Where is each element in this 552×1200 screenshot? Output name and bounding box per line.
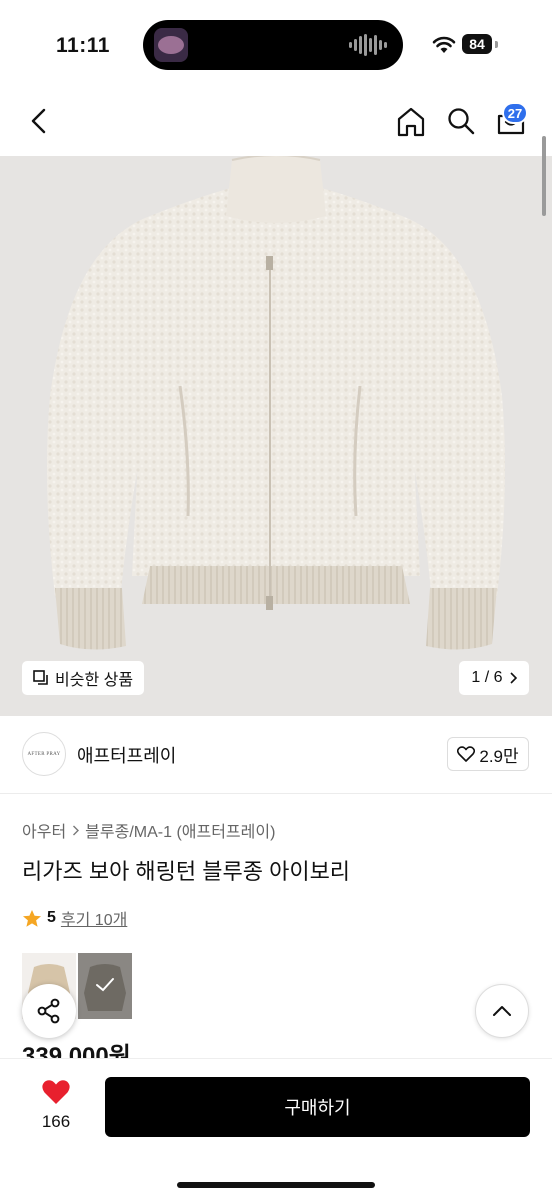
buy-button[interactable]: 구매하기 (105, 1077, 530, 1137)
like-count: 166 (41, 1112, 71, 1131)
back-icon[interactable] (24, 106, 54, 136)
similar-icon (33, 670, 48, 685)
top-nav: 27 (0, 90, 552, 156)
battery-tip (495, 41, 498, 48)
similar-label: 비슷한 상품 (55, 672, 134, 689)
rating-score: 5 (47, 909, 56, 926)
rating[interactable]: 5 후기 10개 (22, 906, 127, 930)
breadcrumb-item[interactable]: 아우터 (22, 818, 66, 842)
now-playing-artwork (154, 28, 188, 62)
cart-badge: 27 (502, 102, 528, 124)
share-button[interactable] (22, 984, 76, 1038)
battery-indicator: 84 (462, 34, 492, 54)
breadcrumb-item[interactable]: 블루종/MA-1 (애프터프레이) (85, 818, 275, 842)
heart-filled-icon (42, 1080, 70, 1104)
brand-like-button[interactable]: 2.9만 (447, 737, 529, 771)
swatch-option-selected[interactable] (78, 953, 132, 1019)
image-counter[interactable]: 1 / 6 (459, 661, 529, 695)
chevron-right-icon (509, 672, 517, 684)
product-title: 리가즈 보아 해링턴 블루종 아이보리 (22, 859, 351, 884)
home-indicator (177, 1182, 375, 1188)
audio-wave-icon (349, 34, 387, 56)
jacket-image (46, 156, 506, 650)
review-count-link[interactable]: 후기 10개 (61, 906, 127, 930)
bottom-action-bar: 166 구매하기 (0, 1058, 552, 1200)
check-icon (96, 978, 114, 992)
scroll-to-top-button[interactable] (475, 984, 529, 1038)
brand-row[interactable]: AFTER PRAY 애프터프레이 2.9만 (0, 716, 552, 794)
scroll-indicator (542, 136, 546, 216)
dynamic-island (143, 20, 403, 70)
heart-outline-icon (457, 746, 476, 762)
status-time: 11:11 (56, 34, 110, 57)
status-bar: 11:11 84 (0, 0, 552, 90)
search-icon[interactable] (446, 106, 476, 136)
image-counter-text: 1 / 6 (471, 669, 503, 686)
product-price: 339,000원 (22, 1043, 131, 1058)
wifi-icon (432, 36, 456, 53)
star-icon (23, 909, 41, 927)
chevron-up-icon (493, 1006, 511, 1016)
product-image[interactable] (0, 156, 552, 716)
brand-name[interactable]: 애프터프레이 (77, 742, 176, 768)
chevron-right-icon (73, 825, 80, 835)
like-button[interactable]: 166 (36, 1079, 76, 1132)
brand-logo: AFTER PRAY (22, 732, 66, 776)
breadcrumb: 아우터 블루종/MA-1 (애프터프레이) (22, 818, 275, 842)
home-icon[interactable] (396, 106, 426, 138)
share-icon (37, 998, 60, 1024)
similar-products-button[interactable]: 비슷한 상품 (22, 661, 145, 695)
brand-like-count: 2.9만 (479, 746, 519, 766)
